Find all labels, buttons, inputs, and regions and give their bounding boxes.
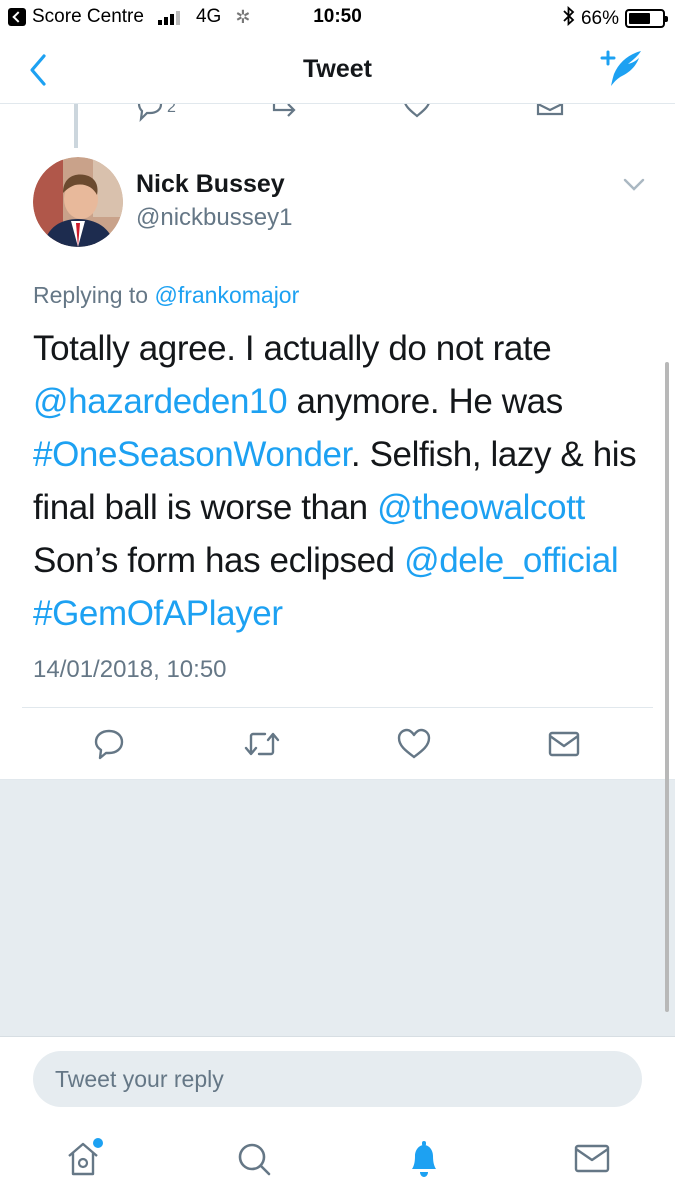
mention-link[interactable]: @theowalcott xyxy=(377,488,585,527)
home-icon[interactable] xyxy=(63,1136,107,1182)
reply-bar xyxy=(0,1036,675,1120)
battery-percent: 66% xyxy=(580,7,619,29)
compose-feather-icon[interactable] xyxy=(599,48,647,90)
divider xyxy=(22,707,653,708)
avatar[interactable] xyxy=(33,157,123,247)
replying-to-label: Replying to xyxy=(33,282,149,308)
tweet-text-segment: anymore. He was xyxy=(287,382,563,421)
search-icon[interactable] xyxy=(232,1136,276,1182)
display-name[interactable]: Nick Bussey xyxy=(136,170,285,199)
hashtag-link[interactable]: #OneSeasonWonder xyxy=(33,435,351,474)
retweet-icon[interactable] xyxy=(270,104,300,126)
tweet-text: Totally agree. I actually do not rate @h… xyxy=(33,322,648,640)
tweet-timestamp: 14/01/2018, 10:50 xyxy=(33,656,227,683)
reply-count: 2 xyxy=(167,104,176,116)
messages-icon[interactable] xyxy=(570,1136,614,1182)
mention-link[interactable]: @hazardeden10 xyxy=(33,382,288,421)
reply-icon[interactable]: 2 xyxy=(135,104,185,126)
battery-fill xyxy=(629,13,651,24)
battery-icon xyxy=(625,9,668,28)
status-bar: Score Centre 4G ✲ 10:50 66% xyxy=(0,0,675,36)
retweet-icon[interactable] xyxy=(242,724,282,764)
tab-bar xyxy=(0,1120,675,1200)
direct-message-icon[interactable] xyxy=(535,104,565,126)
tweet-actions xyxy=(0,724,675,764)
reply-input[interactable] xyxy=(33,1051,642,1107)
hashtag-link[interactable]: #GemOfAPlayer xyxy=(33,594,283,633)
page-title: Tweet xyxy=(303,55,372,83)
chevron-down-icon[interactable] xyxy=(621,176,647,194)
navigation-bar: Tweet xyxy=(0,36,675,104)
heart-icon[interactable] xyxy=(394,724,434,764)
scrollbar[interactable] xyxy=(665,362,669,1012)
replying-to-link[interactable]: @frankomajor xyxy=(154,282,299,308)
tweet-text-segment: Totally agree. I actually do not rate xyxy=(33,329,552,368)
bluetooth-icon xyxy=(563,5,575,31)
replying-to: Replying to @frankomajor xyxy=(33,282,299,309)
heart-icon[interactable] xyxy=(402,104,432,126)
mention-link[interactable]: @dele_official xyxy=(404,541,619,580)
direct-message-icon[interactable] xyxy=(544,724,584,764)
empty-replies-area xyxy=(0,779,675,1036)
reply-icon[interactable] xyxy=(89,724,129,764)
previous-tweet-actions: 2 xyxy=(0,104,675,126)
user-handle[interactable]: @nickbussey1 xyxy=(136,204,292,232)
notifications-icon[interactable] xyxy=(402,1136,446,1182)
tweet-text-segment: Son’s form has eclipsed xyxy=(33,541,405,580)
